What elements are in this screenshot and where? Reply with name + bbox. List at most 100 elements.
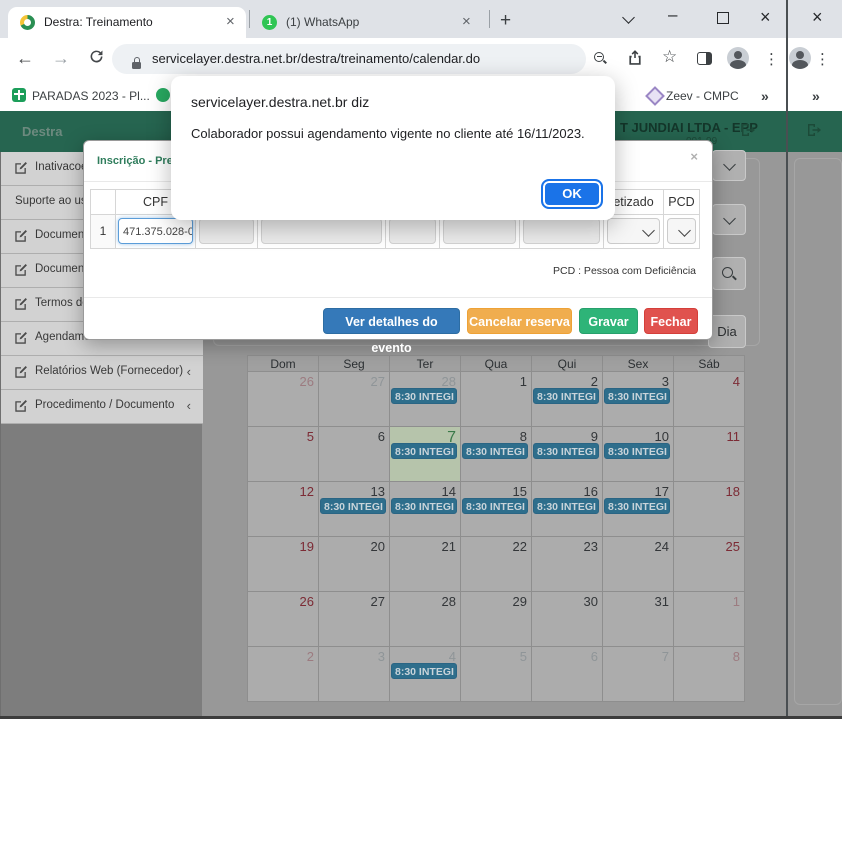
calendar-day-cell[interactable]: 7 [603,647,674,702]
alfabetizado-select[interactable] [607,218,660,244]
calendar-day-cell[interactable]: 29 [461,592,532,647]
calendar-event[interactable]: 8:30 INTEGI [391,498,457,514]
window-minimize-button[interactable]: – [668,5,677,25]
filter-select-1[interactable] [712,150,746,181]
back-icon[interactable]: ← [16,48,34,69]
calendar-day-cell[interactable]: 8 [674,647,745,702]
calendar-event[interactable]: 8:30 INTEGI [604,388,670,404]
modal-close-icon[interactable]: × [690,149,698,164]
calendar-day-cell[interactable]: 78:30 INTEGI [390,427,461,482]
calendar-day-cell[interactable]: 27 [319,592,390,647]
calendar-day-cell[interactable]: 288:30 INTEGI [390,372,461,427]
window-close-button[interactable]: × [760,8,771,26]
calendar-day-cell[interactable]: 26 [248,592,319,647]
back-window-close-button[interactable]: × [812,8,823,26]
calendar-event[interactable]: 8:30 INTEGI [533,498,599,514]
ok-button[interactable]: OK [541,179,603,209]
calendar-event[interactable]: 8:30 INTEGI [391,388,457,404]
browser-menu-icon[interactable]: ⋮ [764,50,779,68]
calendar-day-cell[interactable]: 178:30 INTEGI [603,482,674,537]
calendar-day-cell[interactable]: 12 [248,482,319,537]
calendar-day-cell[interactable]: 138:30 INTEGI [319,482,390,537]
sidebar-item[interactable]: Relatórios Web (Fornecedor)‹ [1,356,203,390]
calendar-event[interactable]: 8:30 INTEGI [391,663,457,679]
day-view-button[interactable]: Dia [708,315,746,348]
calendar-event[interactable]: 8:30 INTEGI [462,498,528,514]
window-maximize-button[interactable] [717,12,729,24]
zoom-out-icon[interactable] [594,52,606,64]
back-window-menu-icon[interactable]: ⋮ [815,50,830,68]
fechar-button[interactable]: Fechar [644,308,698,334]
bookmark-favicon-icon[interactable] [156,88,170,102]
back-window-bookmarks-overflow-icon[interactable]: » [812,88,820,104]
calendar-day-cell[interactable]: 98:30 INTEGI [532,427,603,482]
cancelar-reserva-button[interactable]: Cancelar reserva [467,308,572,334]
bookmarks-overflow-icon[interactable]: » [761,88,769,104]
ver-detalhes-do-evento-button[interactable]: Ver detalhes do evento [323,308,460,334]
profile-avatar[interactable] [727,47,749,69]
search-button[interactable] [712,257,746,290]
sidebar-item[interactable]: Procedimento / Documento‹ [1,390,203,424]
calendar-day-cell[interactable]: 38:30 INTEGI [603,372,674,427]
address-bar[interactable]: servicelayer.destra.net.br/destra/treina… [112,44,586,74]
calendar-day-cell[interactable]: 5 [248,427,319,482]
calendar-event[interactable]: 8:30 INTEGI [462,443,528,459]
calendar-event[interactable]: 8:30 INTEGI [604,443,670,459]
field-input[interactable] [261,218,382,244]
calendar-day-cell[interactable]: 31 [603,592,674,647]
calendar-day-cell[interactable]: 27 [319,372,390,427]
calendar-day-cell[interactable]: 25 [674,537,745,592]
calendar-day-cell[interactable]: 5 [461,647,532,702]
share-icon[interactable] [626,49,644,72]
calendar-day-cell[interactable]: 20 [319,537,390,592]
filter-select-2[interactable] [712,204,746,235]
calendar-event[interactable]: 8:30 INTEGI [604,498,670,514]
bookmark-zeev[interactable]: Zeev - CMPC [666,89,739,103]
field-input[interactable] [523,218,600,244]
field-input[interactable] [443,218,516,244]
field-input[interactable] [389,218,436,244]
cpf-input[interactable]: 471.375.028-0 [118,218,193,244]
reload-icon[interactable] [88,48,105,70]
calendar-event[interactable]: 8:30 INTEGI [320,498,386,514]
name-field[interactable] [199,218,254,244]
forward-icon[interactable]: → [52,48,70,69]
calendar-day-cell[interactable]: 30 [532,592,603,647]
calendar-day-cell[interactable]: 3 [319,647,390,702]
calendar-day-cell[interactable]: 21 [390,537,461,592]
calendar-day-cell[interactable]: 6 [532,647,603,702]
calendar-day-cell[interactable]: 158:30 INTEGI [461,482,532,537]
bookmark-paradas[interactable]: PARADAS 2023 - Pl... [32,89,150,103]
calendar-day-cell[interactable]: 88:30 INTEGI [461,427,532,482]
calendar-day-cell[interactable]: 148:30 INTEGI [390,482,461,537]
calendar-day-cell[interactable]: 28:30 INTEGI [532,372,603,427]
calendar-day-cell[interactable]: 24 [603,537,674,592]
calendar-day-cell[interactable]: 2 [248,647,319,702]
calendar-event[interactable]: 8:30 INTEGI [533,443,599,459]
calendar-day-cell[interactable]: 23 [532,537,603,592]
calendar-day-cell[interactable]: 28 [390,592,461,647]
calendar-day-cell[interactable]: 1 [461,372,532,427]
pcd-select[interactable] [667,218,696,244]
calendar-event[interactable]: 8:30 INTEGI [533,388,599,404]
tab-close-icon[interactable]: × [462,14,471,29]
side-panel-icon[interactable] [697,52,712,65]
new-tab-button[interactable]: + [500,11,511,30]
calendar-day-cell[interactable]: 11 [674,427,745,482]
gravar-button[interactable]: Gravar [579,308,638,334]
calendar-day-cell[interactable]: 19 [248,537,319,592]
tab-destra[interactable]: Destra: Treinamento × [8,7,246,38]
calendar-day-cell[interactable]: 22 [461,537,532,592]
calendar-day-cell[interactable]: 48:30 INTEGI [390,647,461,702]
bookmark-star-icon[interactable]: ☆ [662,47,677,67]
calendar-day-cell[interactable]: 18 [674,482,745,537]
calendar-day-cell[interactable]: 26 [248,372,319,427]
tab-whatsapp[interactable]: 1 (1) WhatsApp × [252,7,484,38]
calendar-day-cell[interactable]: 6 [319,427,390,482]
calendar-day-cell[interactable]: 168:30 INTEGI [532,482,603,537]
calendar-day-cell[interactable]: 4 [674,372,745,427]
tab-close-icon[interactable]: × [226,14,235,29]
calendar-event[interactable]: 8:30 INTEGI [391,443,457,459]
calendar-day-cell[interactable]: 1 [674,592,745,647]
calendar-day-cell[interactable]: 108:30 INTEGI [603,427,674,482]
